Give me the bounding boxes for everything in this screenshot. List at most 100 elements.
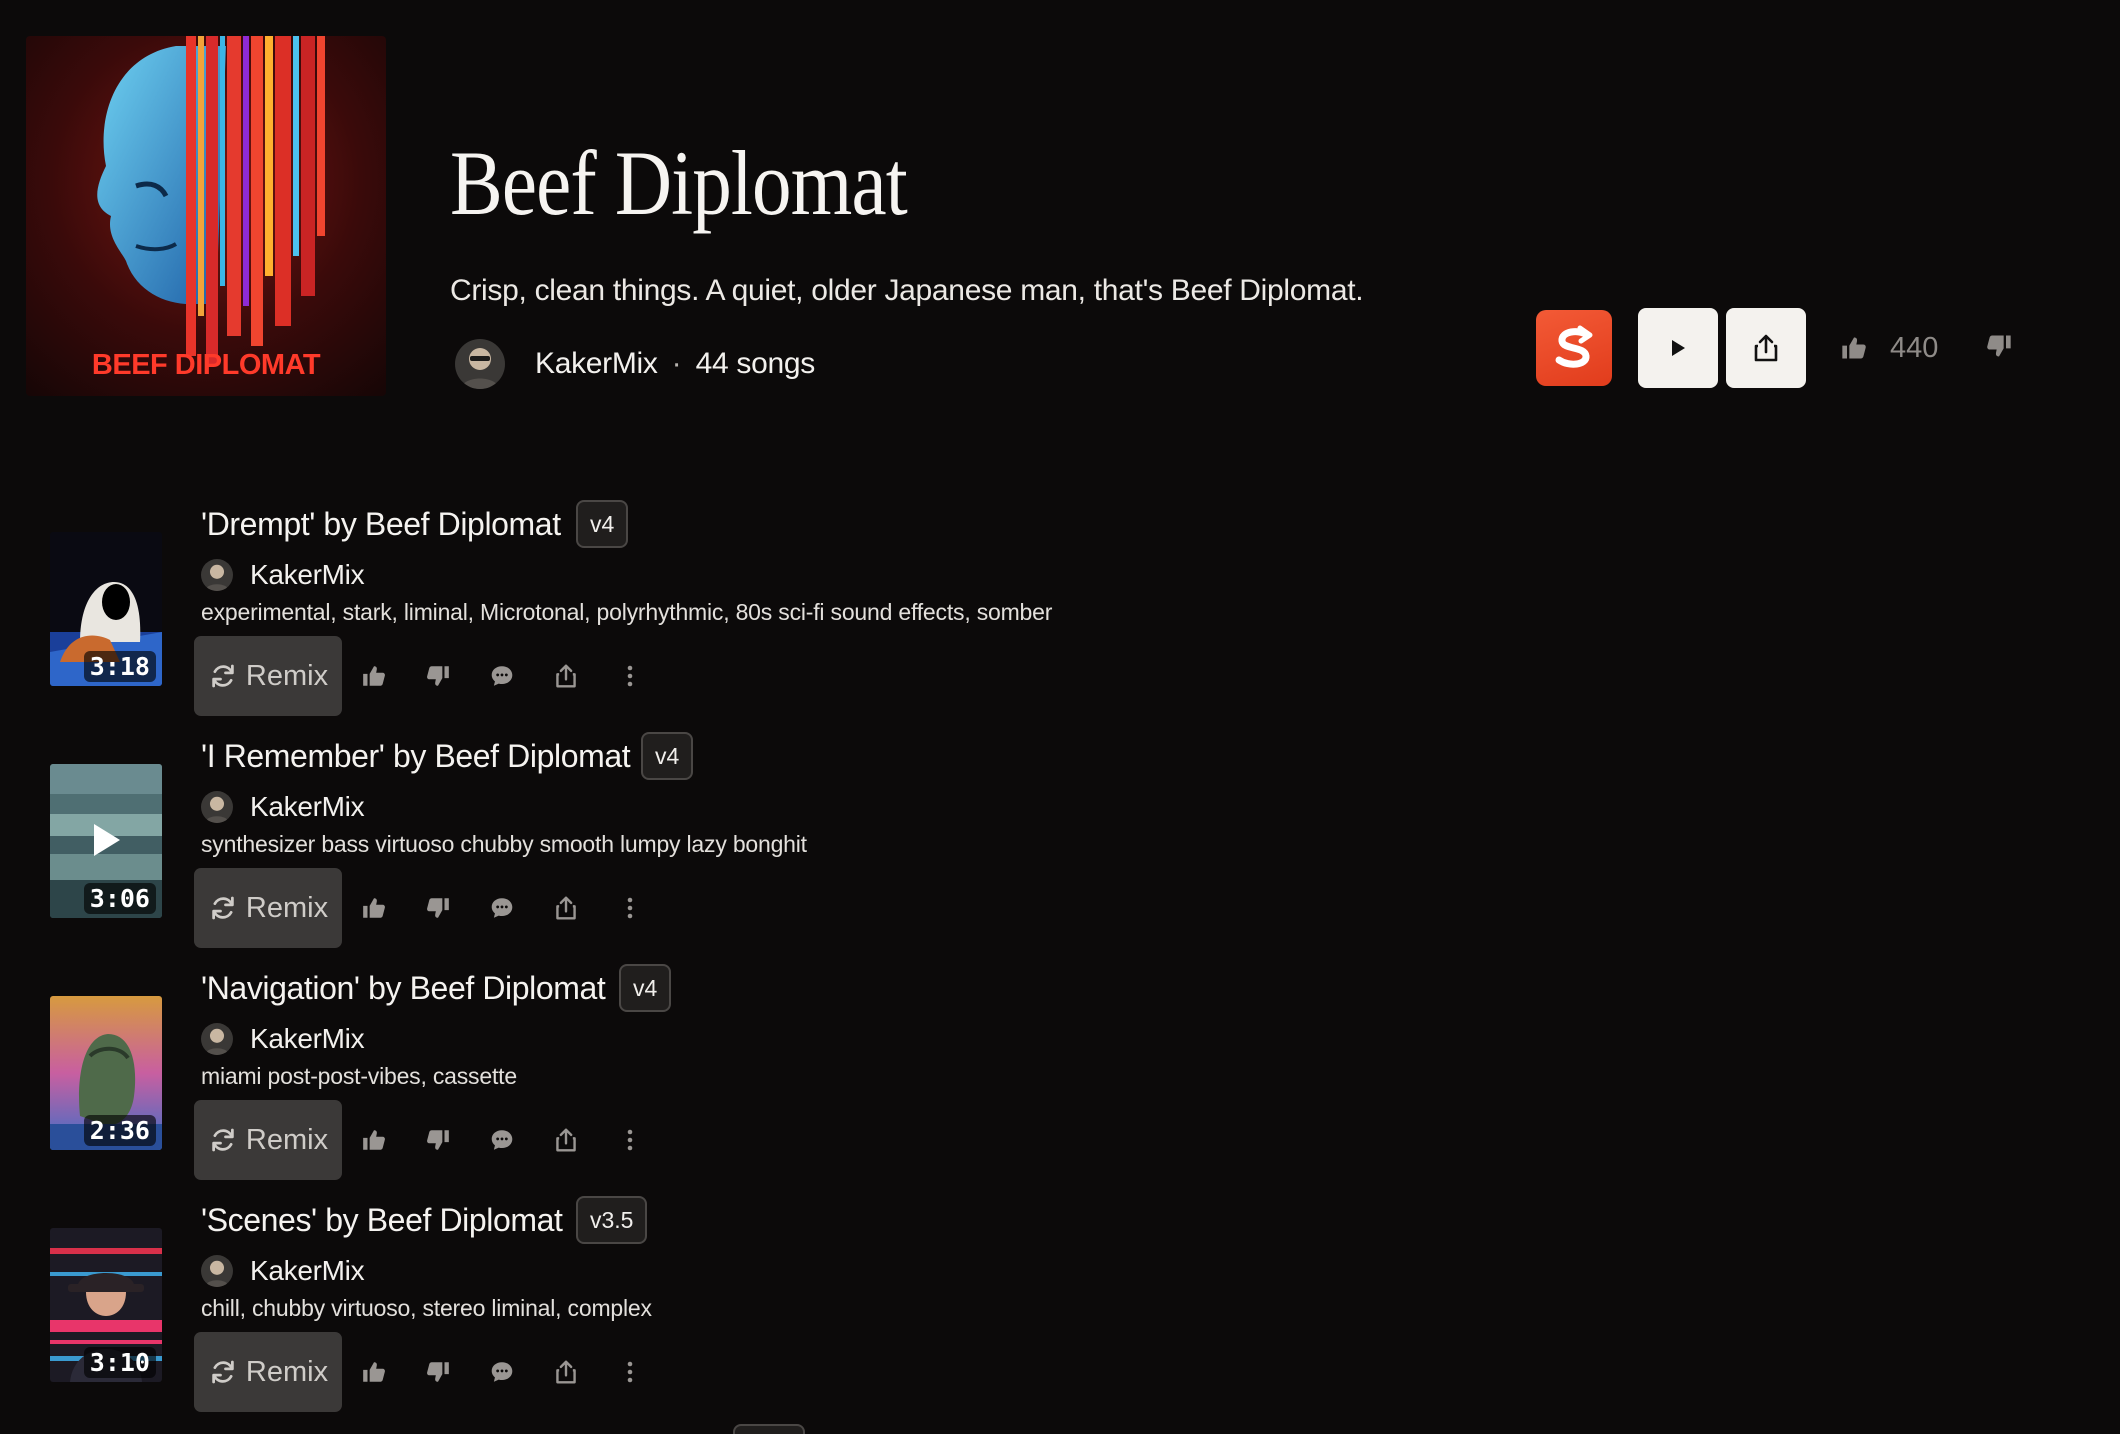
dislike-song-button[interactable]: [406, 1100, 470, 1180]
remix-button[interactable]: Remix: [194, 1100, 342, 1180]
comment-icon: [491, 666, 513, 686]
song-thumbnail[interactable]: 3:06: [50, 764, 162, 918]
remix-label: Remix: [245, 1355, 329, 1388]
artist-name-link[interactable]: KakerMix: [250, 559, 365, 591]
more-options-button[interactable]: [598, 636, 662, 716]
artist-name-link[interactable]: KakerMix: [250, 1255, 365, 1287]
song-duration: 3:10: [83, 1347, 156, 1378]
song-title-link[interactable]: 'Navigation' by Beef Diplomat: [201, 970, 606, 1007]
dislike-song-button[interactable]: [406, 1332, 470, 1412]
song-title-link[interactable]: 'Drempt' by Beef Diplomat: [201, 506, 561, 543]
thumbs-up-icon: [363, 898, 385, 918]
remix-button[interactable]: Remix: [194, 1332, 342, 1412]
comment-icon: [491, 898, 513, 918]
more-vertical-icon: [627, 665, 633, 687]
playlist-title: Beef Diplomat: [450, 132, 908, 234]
song-artist-row: KakerMix: [201, 790, 365, 824]
avatar-image: [201, 1023, 233, 1055]
artist-name-link[interactable]: KakerMix: [250, 1023, 365, 1055]
more-vertical-icon: [627, 897, 633, 919]
share-icon: [556, 664, 576, 688]
song-tags: miami post-post-vibes, cassette: [201, 1063, 517, 1089]
song-duration: 3:18: [83, 651, 156, 682]
song-thumbnail[interactable]: 3:18: [50, 532, 162, 686]
artist-name-link[interactable]: KakerMix: [250, 791, 365, 823]
song-row[interactable]: 3:18 'Drempt' by Beef Diplomat v4 KakerM…: [0, 500, 1300, 732]
artist-avatar[interactable]: [201, 1255, 233, 1287]
comment-button[interactable]: [470, 1100, 534, 1180]
remix-icon: [212, 1360, 234, 1384]
remix-button[interactable]: Remix: [194, 868, 342, 948]
owner-avatar[interactable]: [455, 339, 505, 389]
share-song-button[interactable]: [534, 1100, 598, 1180]
like-song-button[interactable]: [342, 1100, 406, 1180]
remix-label: Remix: [245, 659, 329, 692]
playlist-owner-row: KakerMix · 44 songs: [455, 339, 815, 389]
version-badge: v4: [619, 964, 672, 1012]
share-song-button[interactable]: [534, 868, 598, 948]
like-song-button[interactable]: [342, 1332, 406, 1412]
song-tags: chill, chubby virtuoso, stereo liminal, …: [201, 1295, 652, 1321]
avatar-image: [455, 339, 505, 389]
song-row[interactable]: 3:10 'Scenes' by Beef Diplomat v3.5 Kake…: [0, 1196, 1300, 1428]
thumbs-up-icon: [363, 1362, 385, 1382]
song-duration: 2:36: [83, 1115, 156, 1146]
dislike-song-button[interactable]: [406, 868, 470, 948]
remix-button[interactable]: Remix: [194, 636, 342, 716]
song-actions: Remix: [194, 868, 662, 948]
song-duration: 3:06: [83, 883, 156, 914]
share-song-button[interactable]: [534, 1332, 598, 1412]
s-swap-button[interactable]: [1536, 310, 1612, 386]
more-options-button[interactable]: [598, 868, 662, 948]
song-title-link[interactable]: 'Scenes' by Beef Diplomat: [201, 1202, 563, 1239]
song-title-link[interactable]: 'I Remember' by Beef Diplomat: [201, 738, 631, 775]
avatar-image: [201, 791, 233, 823]
like-song-button[interactable]: [342, 636, 406, 716]
remix-icon: [212, 664, 234, 688]
avatar-image: [201, 1255, 233, 1287]
avatar-image: [201, 559, 233, 591]
thumbs-down-icon: [427, 666, 449, 686]
artist-avatar[interactable]: [201, 791, 233, 823]
thumbs-down-icon: [427, 898, 449, 918]
song-thumbnail[interactable]: 2:36: [50, 996, 162, 1150]
song-thumbnail[interactable]: 3:10: [50, 1228, 162, 1382]
song-artist-row: KakerMix: [201, 558, 365, 592]
play-all-button[interactable]: [1638, 308, 1718, 388]
comment-button[interactable]: [470, 1332, 534, 1412]
thumbs-up-icon: [1842, 337, 1866, 359]
more-vertical-icon: [627, 1129, 633, 1151]
owner-name-link[interactable]: KakerMix: [535, 347, 658, 381]
comment-button[interactable]: [470, 868, 534, 948]
like-song-button[interactable]: [342, 868, 406, 948]
share-playlist-button[interactable]: [1726, 308, 1806, 388]
like-playlist-button[interactable]: 440: [1840, 328, 1938, 368]
share-song-button[interactable]: [534, 636, 598, 716]
song-tags: synthesizer bass virtuoso chubby smooth …: [201, 831, 807, 857]
song-count: 44 songs: [695, 347, 816, 380]
separator-dot: ·: [671, 347, 682, 380]
more-options-button[interactable]: [598, 1332, 662, 1412]
version-badge: v4: [641, 732, 694, 780]
playlist-cover-image: BEEF DIPLOMAT: [26, 36, 386, 396]
cover-caption: BEEF DIPLOMAT: [91, 349, 321, 381]
more-options-button[interactable]: [598, 1100, 662, 1180]
song-artist-row: KakerMix: [201, 1022, 365, 1056]
remix-label: Remix: [245, 891, 329, 924]
comment-button[interactable]: [470, 636, 534, 716]
dislike-song-button[interactable]: [406, 636, 470, 716]
comment-icon: [491, 1362, 513, 1382]
song-row[interactable]: 3:06 'I Remember' by Beef Diplomat v4 Ka…: [0, 732, 1300, 964]
like-count: 440: [1890, 331, 1939, 364]
artist-avatar[interactable]: [201, 559, 233, 591]
song-row[interactable]: 2:36 'Navigation' by Beef Diplomat v4 Ka…: [0, 964, 1300, 1196]
version-badge: v4: [576, 500, 629, 548]
remix-label: Remix: [245, 1123, 329, 1156]
song-actions: Remix: [194, 1100, 662, 1180]
dislike-playlist-button[interactable]: [1985, 332, 2013, 365]
song-tags: experimental, stark, liminal, Microtonal…: [201, 599, 1053, 625]
song-artist-row: KakerMix: [201, 1254, 365, 1288]
artist-avatar[interactable]: [201, 1023, 233, 1055]
next-song-version-badge: [733, 1424, 805, 1434]
thumbs-up-icon: [363, 666, 385, 686]
